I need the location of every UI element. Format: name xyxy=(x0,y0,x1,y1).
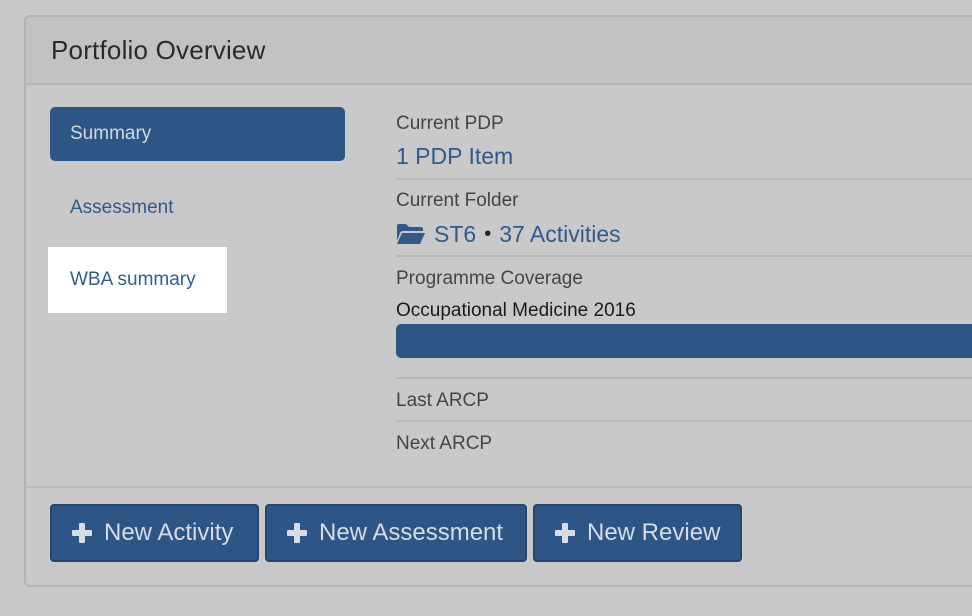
plus-icon xyxy=(555,523,575,543)
last-arcp-label: Last ARCP xyxy=(396,390,489,411)
current-folder-row: ST6 • 37 Activities xyxy=(396,219,621,249)
nav-item-label: WBA summary xyxy=(70,269,196,290)
new-activity-button[interactable]: New Activity xyxy=(50,504,259,562)
new-assessment-button[interactable]: New Assessment xyxy=(265,504,527,562)
programme-name: Occupational Medicine 2016 xyxy=(396,300,636,321)
separator: • xyxy=(484,222,492,245)
current-pdp-link[interactable]: 1 PDP Item xyxy=(396,143,513,170)
page-title: Portfolio Overview xyxy=(51,35,266,65)
folder-activities-link[interactable]: 37 Activities xyxy=(499,221,620,248)
current-pdp-label: Current PDP xyxy=(396,113,504,134)
divider xyxy=(396,255,972,257)
programme-coverage-label: Programme Coverage xyxy=(396,268,583,289)
nav-item-summary[interactable]: Summary xyxy=(50,107,345,161)
footer-divider xyxy=(25,486,972,488)
plus-icon xyxy=(287,523,307,543)
new-review-button[interactable]: New Review xyxy=(533,504,742,562)
button-label: New Assessment xyxy=(319,519,504,546)
divider xyxy=(396,420,972,422)
button-label: New Review xyxy=(587,519,721,546)
nav-item-label: Summary xyxy=(70,123,152,144)
nav-item-assessment[interactable]: Assessment xyxy=(50,180,250,236)
progress-fill xyxy=(396,324,972,358)
divider xyxy=(396,377,972,379)
folder-open-icon xyxy=(396,222,426,246)
panel-header: Portfolio Overview xyxy=(26,17,972,85)
next-arcp-label: Next ARCP xyxy=(396,433,493,454)
current-folder-label: Current Folder xyxy=(396,190,519,211)
programme-progress-bar xyxy=(396,324,972,358)
divider xyxy=(396,178,972,180)
folder-name-link[interactable]: ST6 xyxy=(434,221,476,248)
button-label: New Activity xyxy=(104,519,234,546)
nav-item-wba-summary[interactable]: WBA summary xyxy=(48,247,227,313)
plus-icon xyxy=(72,523,92,543)
nav-item-label: Assessment xyxy=(70,197,174,218)
